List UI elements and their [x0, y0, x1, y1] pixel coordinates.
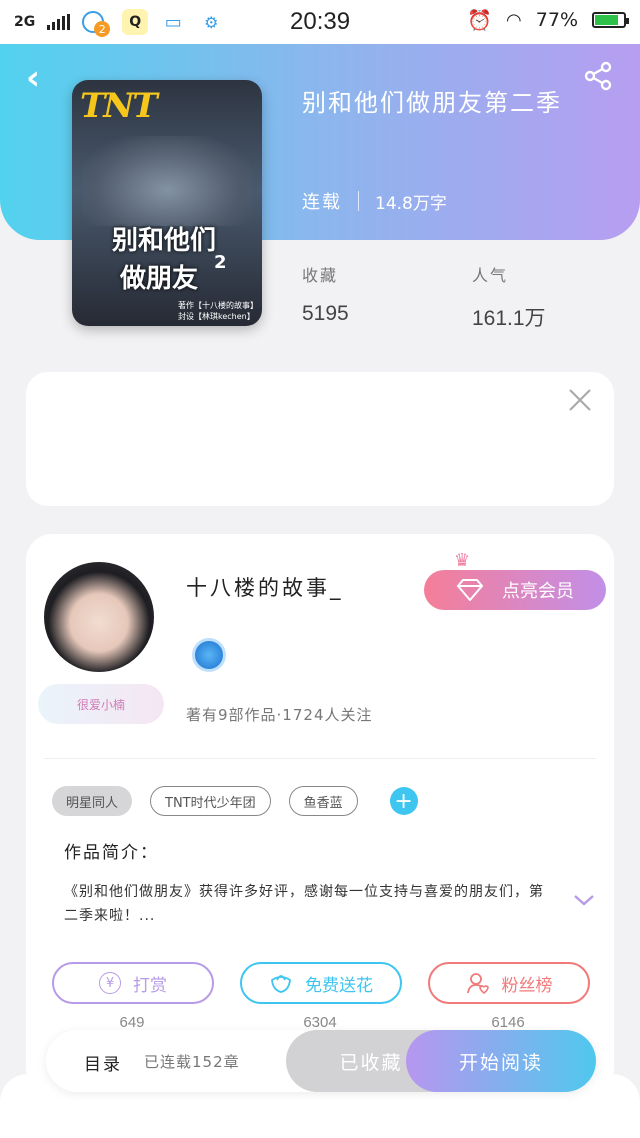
cover-season-number: 2 — [214, 252, 227, 273]
reward-count: 649 — [119, 1014, 145, 1031]
book-meta: 连载 14.8万字 — [302, 188, 447, 214]
share-icon[interactable] — [582, 60, 614, 92]
author-stats: 著有9部作品·1724人关注 — [186, 706, 373, 724]
fan-icon — [466, 973, 489, 995]
battery-icon — [592, 12, 629, 28]
status-bar: 2G 2 Q ▭ ⚙ 20:39 ⏰ ◠ 77% — [0, 0, 640, 44]
crown-icon: ♛ — [454, 550, 471, 571]
directory-link[interactable]: 目录 — [84, 1050, 122, 1075]
reward-label: 打赏 — [133, 975, 167, 996]
network-type: 2G — [14, 14, 36, 30]
member-button-label: 点亮会员 — [502, 581, 574, 602]
serial-status: 连载 — [302, 192, 342, 213]
intro-label: 作品简介： — [64, 843, 159, 863]
divider — [44, 758, 596, 759]
meta-divider — [358, 191, 359, 211]
book-title: 别和他们做朋友第二季 — [302, 89, 562, 117]
flower-icon — [271, 975, 291, 993]
author-name[interactable]: 十八楼的故事_ — [186, 572, 344, 602]
chapter-count[interactable]: 已连载152章 — [144, 1051, 240, 1072]
android-icon: ⚙ — [204, 12, 219, 32]
alarm-icon: ⏰ — [467, 8, 493, 32]
book-cover[interactable]: TNT 别和他们 做朋友 2 著作【十八楼的故事】 封设【林琪kechen】 — [72, 80, 262, 326]
stat-value: 161.1万 — [472, 307, 546, 330]
intro-text: 《别和他们做朋友》获得许多好评，感谢每一位支持与喜爱的朋友们，第二季来啦！... — [64, 884, 544, 924]
yen-icon: ¥ — [99, 972, 121, 994]
tag-item[interactable]: TNT时代少年团 — [150, 786, 271, 816]
level-badge-icon — [192, 638, 226, 672]
ad-card — [26, 372, 614, 506]
app-notification-icon: 2 — [82, 11, 111, 37]
stat-popularity: 人气 161.1万 — [472, 262, 546, 332]
wifi-icon: ◠ — [506, 9, 522, 31]
avatar-frame-badge: 很爱小楠 — [38, 684, 164, 724]
fan-ranking-label: 粉丝榜 — [501, 975, 553, 996]
tag-item[interactable]: 鱼香蓝 — [288, 786, 358, 816]
start-reading-button[interactable]: 开始阅读 — [406, 1030, 596, 1092]
send-flower-label: 免费送花 — [305, 975, 373, 996]
add-tag-button[interactable]: + — [389, 787, 418, 815]
notification-badge: 2 — [94, 21, 111, 37]
avatar[interactable] — [44, 562, 154, 672]
bottom-action-bar: 目录 已连载152章 已收藏 开始阅读 — [46, 1030, 596, 1092]
cover-credit-author: 著作【十八楼的故事】 — [178, 301, 258, 310]
author-card: 很爱小楠 十八楼的故事_ ♛ 点亮会员 著有9部作品·1724人关注 明星同人 … — [26, 534, 614, 1094]
tag-item[interactable]: 明星同人 — [52, 786, 133, 816]
stat-label: 人气 — [472, 266, 509, 285]
cover-image — [82, 136, 252, 226]
tag-list: 明星同人 TNT时代少年团 鱼香蓝 + — [52, 786, 418, 816]
send-flower-button[interactable]: 免费送花 — [240, 962, 402, 1004]
cover-credit-designer: 封设【林琪kechen】 — [178, 312, 255, 321]
signal-icon — [47, 14, 71, 30]
fan-count: 6146 — [491, 1014, 525, 1031]
app-q-icon: Q — [122, 9, 149, 35]
close-icon[interactable] — [566, 386, 594, 414]
stat-label: 收藏 — [302, 266, 339, 285]
stat-value: 5195 — [302, 302, 349, 325]
fan-ranking-button[interactable]: 粉丝榜 — [428, 962, 590, 1004]
diamond-icon — [456, 579, 484, 601]
battery-percent: 77% — [535, 9, 578, 31]
cover-title-line2: 做朋友 — [120, 264, 199, 294]
light-up-member-button[interactable]: 点亮会员 — [424, 570, 606, 610]
message-icon: ▭ — [164, 11, 182, 33]
stat-favorites: 收藏 5195 — [302, 262, 349, 326]
clock: 20:39 — [290, 8, 351, 35]
cover-credit: 著作【十八楼的故事】 封设【林琪kechen】 — [178, 300, 258, 322]
reward-button[interactable]: ¥ 打赏 — [52, 962, 214, 1004]
chevron-down-icon[interactable] — [572, 892, 596, 908]
cover-logo: TNT — [80, 86, 158, 126]
word-count: 14.8万字 — [375, 193, 447, 214]
flower-count: 6304 — [303, 1014, 337, 1031]
chevron-left-icon[interactable]: ‹ — [26, 58, 40, 98]
cover-title-line1: 别和他们 — [112, 226, 217, 256]
